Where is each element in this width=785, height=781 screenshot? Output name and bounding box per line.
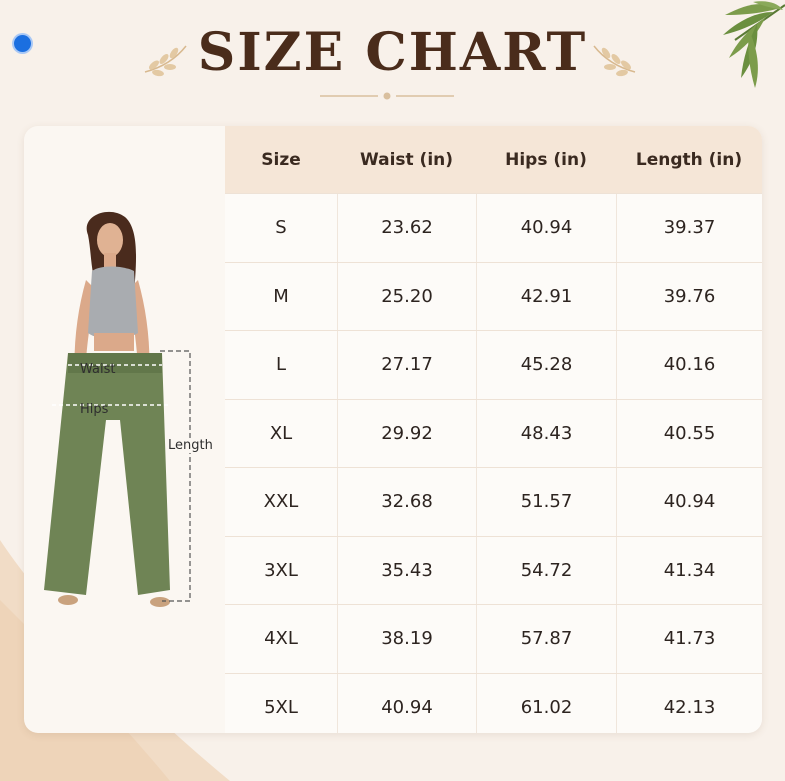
cell-hips: 48.43 [476, 399, 616, 467]
title-divider [320, 92, 454, 100]
header-length: Length (in) [635, 149, 743, 170]
cell-length: 41.73 [616, 605, 762, 673]
cell-hips: 57.87 [476, 605, 616, 673]
cell-waist: 38.19 [337, 605, 476, 673]
header-hips: Hips (in) [505, 149, 587, 170]
table-row: M 25.20 42.91 39.76 [225, 261, 762, 330]
cell-waist: 25.20 [337, 262, 476, 330]
cell-length: 40.94 [616, 468, 762, 536]
cell-size: XL [269, 422, 293, 444]
cell-hips: 61.02 [476, 673, 616, 733]
size-table: Size Waist (in) Hips (in) Length (in) S … [225, 126, 762, 733]
hips-label: Hips [80, 402, 109, 417]
cell-length: 42.13 [616, 673, 762, 733]
cell-waist: 35.43 [337, 536, 476, 604]
cell-hips: 40.94 [476, 194, 616, 262]
cell-size: M [273, 285, 289, 307]
table-row: L 27.17 45.28 40.16 [225, 330, 762, 399]
cell-size: S [275, 217, 287, 239]
cell-size: 4XL [264, 628, 298, 650]
cell-length: 41.34 [616, 536, 762, 604]
page-title: SIZE CHART [197, 22, 588, 83]
cell-hips: 51.57 [476, 468, 616, 536]
cell-waist: 27.17 [337, 331, 476, 399]
cell-waist: 29.92 [337, 399, 476, 467]
cell-length: 39.76 [616, 262, 762, 330]
cell-size: 3XL [264, 559, 298, 581]
cell-waist: 23.62 [337, 194, 476, 262]
table-row: XXL 32.68 51.57 40.94 [225, 467, 762, 536]
cell-waist: 32.68 [337, 468, 476, 536]
table-row: XL 29.92 48.43 40.55 [225, 398, 762, 467]
cell-hips: 45.28 [476, 331, 616, 399]
table-header-row: Size Waist (in) Hips (in) Length (in) [225, 126, 762, 193]
cell-size: L [275, 354, 287, 376]
waist-label: Waist [80, 362, 116, 377]
cell-length: 40.16 [616, 331, 762, 399]
cell-hips: 54.72 [476, 536, 616, 604]
table-row: S 23.62 40.94 39.37 [225, 193, 762, 262]
table-row: 5XL 40.94 61.02 42.13 [225, 672, 762, 733]
cell-length: 39.37 [616, 194, 762, 262]
header-waist: Waist (in) [359, 149, 454, 170]
table-row: 3XL 35.43 54.72 41.34 [225, 535, 762, 604]
model-figure [44, 211, 191, 607]
cell-waist: 40.94 [337, 673, 476, 733]
cell-length: 40.55 [616, 399, 762, 467]
cell-size: XXL [263, 491, 299, 513]
length-label: Length [166, 438, 215, 453]
cell-size: 5XL [264, 696, 298, 718]
cell-hips: 42.91 [476, 262, 616, 330]
table-body: S 23.62 40.94 39.37 M 25.20 42.91 39.76 … [225, 193, 762, 733]
header-size: Size [261, 149, 301, 170]
table-row: 4XL 38.19 57.87 41.73 [225, 604, 762, 673]
